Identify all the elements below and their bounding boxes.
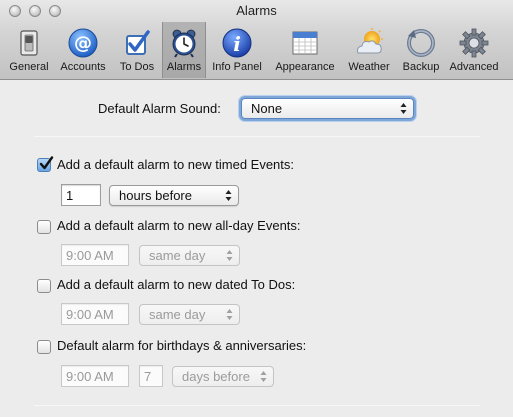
tab-advanced[interactable]: Advanced [446,22,502,78]
timed-unit-value: hours before [119,188,192,203]
timed-amount-field[interactable]: 1 [61,184,101,206]
default-sound-value: None [251,101,283,116]
todos-checkbox[interactable] [37,279,51,293]
info-icon: i [221,27,253,59]
todos-label: Add a default alarm to new dated To Dos: [57,277,296,292]
default-sound-label: Default Alarm Sound: [98,101,221,116]
window-title: Alarms [236,3,277,18]
timed-events-label: Add a default alarm to new timed Events: [57,157,295,172]
svg-text:i: i [233,32,241,56]
calendar-icon [289,27,321,59]
preferences-toolbar: General @ Accounts To Dos Alarms i Info … [0,22,513,80]
tab-weather[interactable]: Weather [342,22,396,78]
tab-info-panel[interactable]: i Info Panel [206,22,268,78]
weather-icon [353,27,385,59]
tab-appearance[interactable]: Appearance [268,22,342,78]
checkbox-icon [121,27,153,59]
separator-bottom [34,405,480,406]
general-switch-icon [13,27,45,59]
alarm-clock-icon [168,27,200,59]
tab-accounts[interactable]: @ Accounts [54,22,112,78]
birthdays-unit-select[interactable]: days before [172,366,274,387]
separator-top [34,136,480,137]
updown-arrows-icon [225,190,232,201]
tab-backup[interactable]: Backup [396,22,446,78]
todos-day-value: same day [149,307,206,322]
timed-events-checkbox[interactable] [37,156,54,172]
title-bar: Alarms General @ Accounts To Dos Alarms … [0,0,513,80]
default-sound-select[interactable]: None [241,98,414,119]
preferences-window: Alarms General @ Accounts To Dos Alarms … [0,0,513,417]
backup-icon [405,27,437,59]
birthdays-days-field[interactable]: 7 [139,365,163,387]
birthdays-time-field[interactable]: 9:00 AM [61,365,129,387]
tab-general[interactable]: General [4,22,54,78]
tab-alarms[interactable]: Alarms [162,22,206,78]
birthdays-label: Default alarm for birthdays & anniversar… [57,338,307,353]
birthdays-unit-value: days before [182,369,250,384]
allday-events-checkbox[interactable] [37,220,51,234]
updown-arrows-icon [400,103,407,114]
at-sign-icon: @ [67,27,99,59]
allday-day-select[interactable]: same day [139,245,240,266]
timed-unit-select[interactable]: hours before [109,185,239,206]
updown-arrows-icon [226,250,233,261]
todos-time-field[interactable]: 9:00 AM [61,303,129,325]
todos-day-select[interactable]: same day [139,304,240,325]
checkmark-icon [39,156,54,170]
gear-icon [458,27,490,59]
updown-arrows-icon [226,309,233,320]
tab-to-dos[interactable]: To Dos [112,22,162,78]
updown-arrows-icon [260,371,267,382]
allday-events-label: Add a default alarm to new all-day Event… [57,218,301,233]
birthdays-checkbox[interactable] [37,340,51,354]
allday-day-value: same day [149,248,206,263]
svg-text:@: @ [74,33,92,54]
allday-time-field[interactable]: 9:00 AM [61,244,129,266]
alarms-pane: Default Alarm Sound: None Add a default … [0,81,513,417]
